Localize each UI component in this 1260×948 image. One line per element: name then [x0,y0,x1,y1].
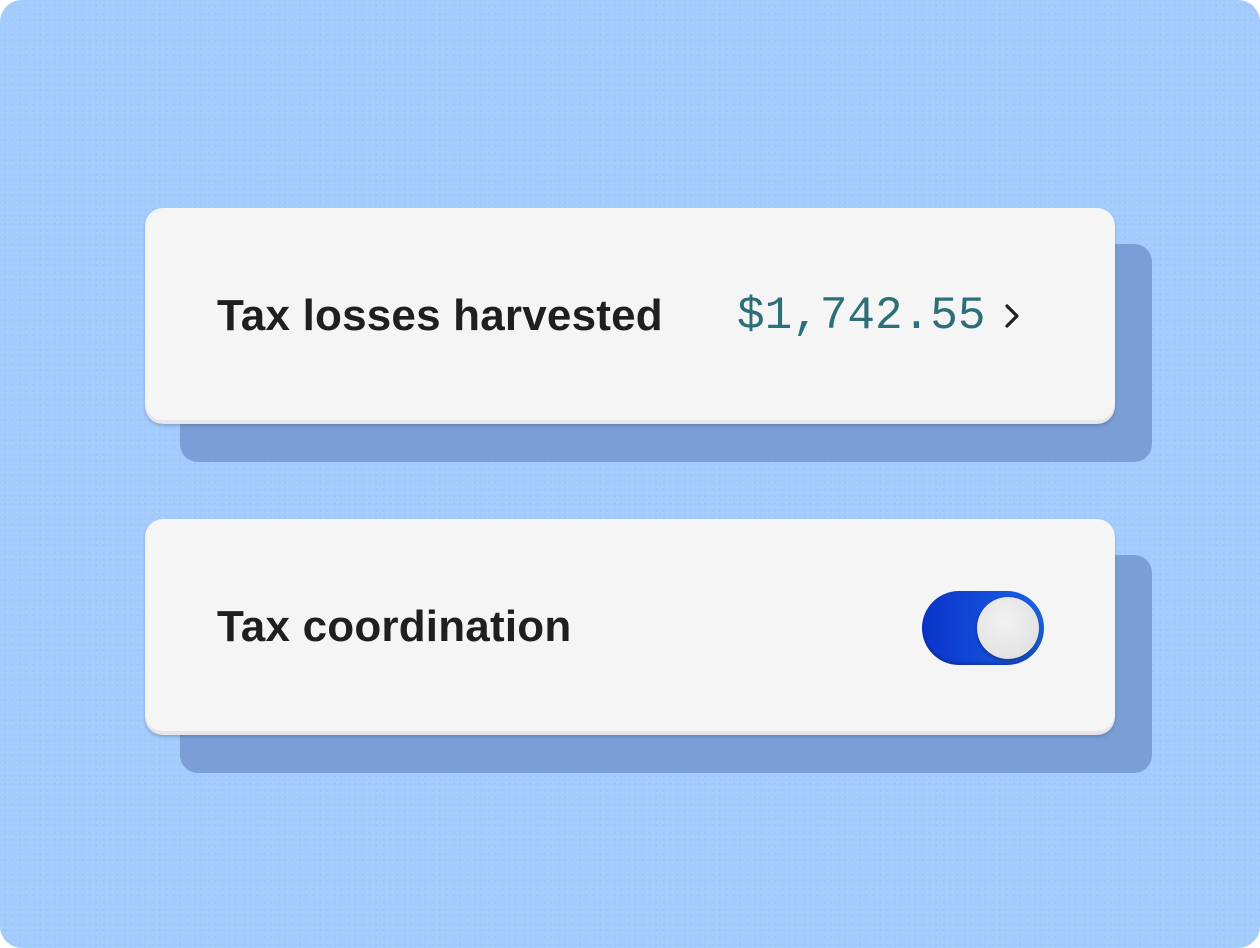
tax-coordination-row: Tax coordination [145,519,1115,735]
chevron-right-icon[interactable] [997,301,1027,331]
illustration-canvas: Tax losses harvested $1,742.55 Tax coord… [0,0,1260,948]
tax-losses-amount: $1,742.55 [737,290,986,342]
tax-losses-row[interactable]: Tax losses harvested $1,742.55 [145,208,1115,424]
tax-coordination-label: Tax coordination [217,602,572,651]
tax-losses-label: Tax losses harvested [217,291,663,340]
tax-coordination-toggle[interactable] [922,591,1044,665]
toggle-knob [977,597,1039,659]
